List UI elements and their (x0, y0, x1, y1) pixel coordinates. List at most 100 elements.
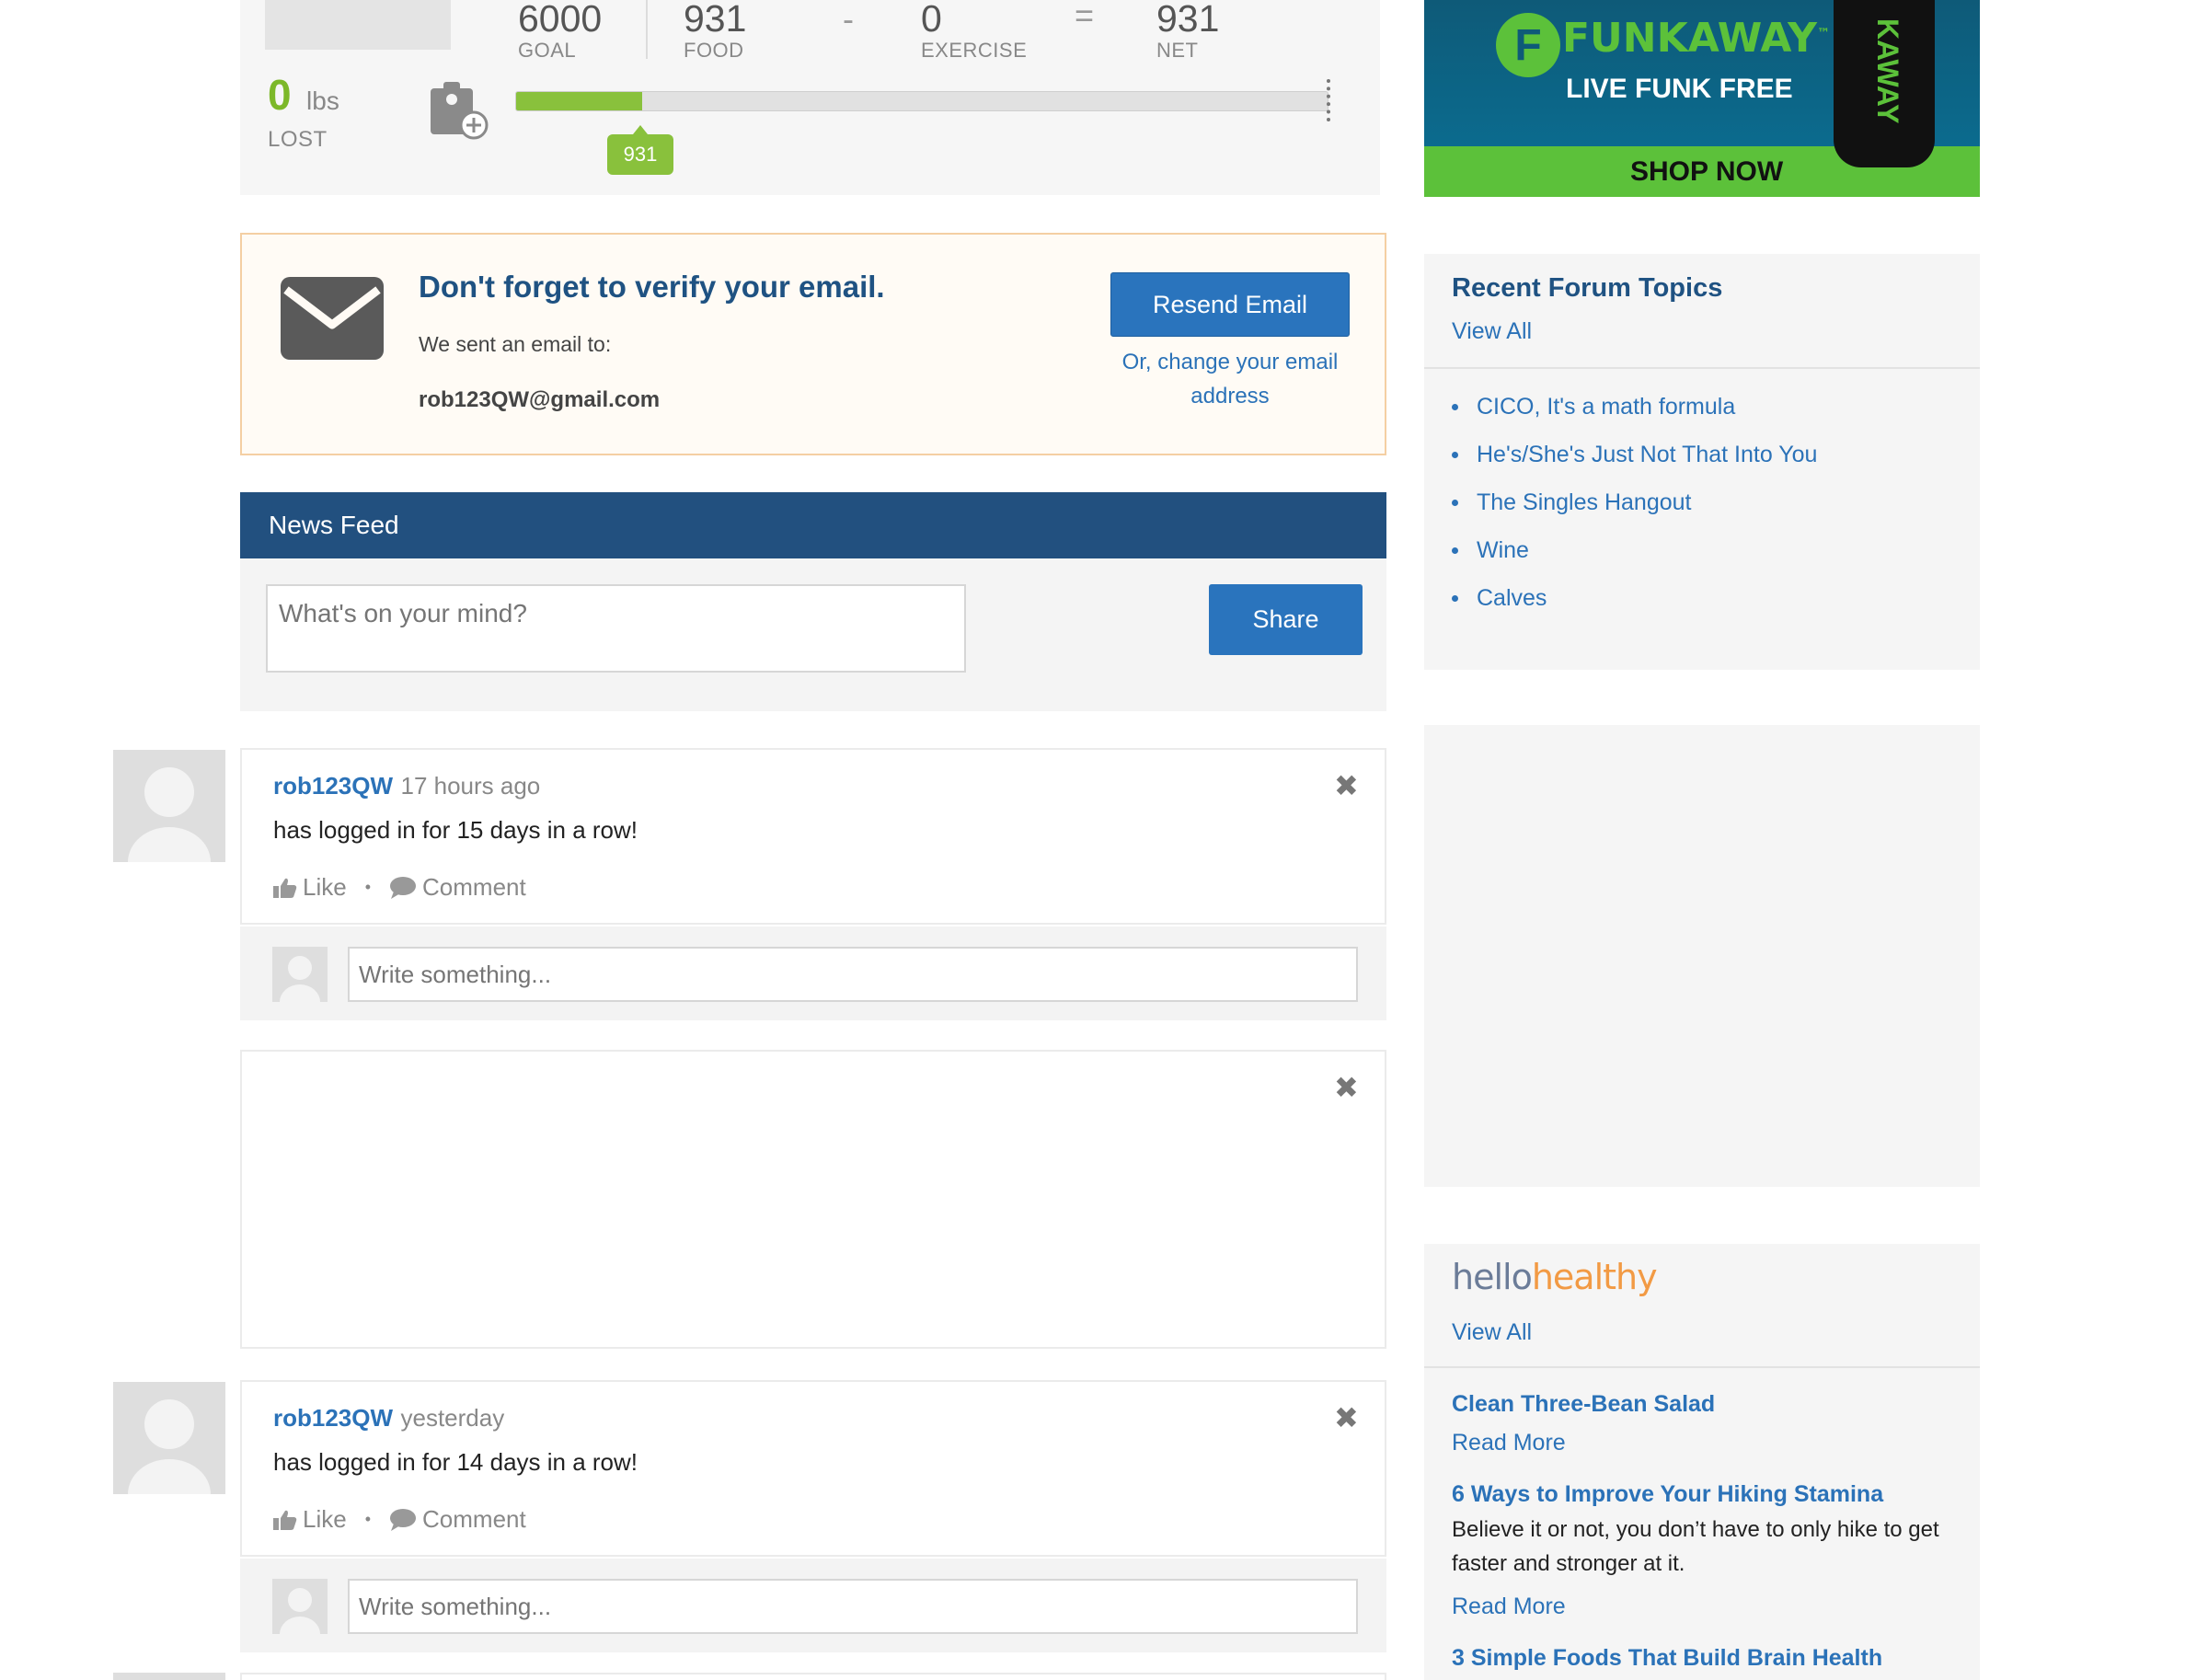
empty-feed-card: ✖ (240, 1050, 1386, 1349)
goal-label: GOAL (518, 39, 577, 62)
bullet (1452, 500, 1458, 506)
forum-topic-link[interactable]: Calves (1477, 585, 1547, 612)
avatar[interactable] (113, 750, 225, 862)
username-link[interactable]: rob123QW (273, 1404, 393, 1432)
read-more-link[interactable]: Read More (1452, 1430, 1566, 1456)
forum-view-all-link[interactable]: View All (1452, 318, 1532, 345)
comment-label: Comment (422, 873, 526, 901)
comment-row (240, 1559, 1386, 1652)
comment-button[interactable]: Comment (389, 1505, 526, 1534)
avatar[interactable] (113, 1382, 225, 1494)
product-can-image: KAWAY (1834, 0, 1935, 167)
username-link[interactable]: rob123QW (273, 772, 393, 800)
close-icon[interactable]: ✖ (1334, 1070, 1359, 1105)
goal-marker (1327, 79, 1330, 121)
resend-email-button[interactable]: Resend Email (1110, 272, 1350, 337)
article-summary: Believe it or not, you don’t have to onl… (1452, 1517, 1939, 1576)
article-title-link[interactable]: Clean Three-Bean Salad (1452, 1391, 1715, 1418)
profile-photo-placeholder[interactable] (265, 0, 451, 50)
article-title-link[interactable]: 6 Ways to Improve Your Hiking Stamina (1452, 1481, 1883, 1508)
sent-label: We sent an email to: (419, 332, 612, 356)
product-can-label: KAWAY (1871, 18, 1904, 124)
food-value: 931 (684, 0, 747, 40)
verify-email-notice: Don't forget to verify your email. We se… (240, 233, 1386, 455)
weight-lost: 0 lbs (268, 70, 339, 120)
entry-actions: Like • Comment (273, 873, 526, 902)
thumbs-up-icon (273, 878, 297, 898)
calorie-summary-card: 6000 GOAL 931 FOOD - 0 EXERCISE = 931 NE… (240, 0, 1380, 195)
net-label: NET (1156, 39, 1199, 62)
add-weight-icon[interactable] (428, 79, 489, 140)
read-more-link[interactable]: Read More (1452, 1594, 1566, 1620)
forum-topic-link[interactable]: The Singles Hangout (1477, 489, 1691, 516)
avatar (113, 1673, 225, 1680)
entry-text: has logged in for 15 days in a row! (273, 816, 638, 844)
comment-input[interactable] (348, 947, 1358, 1002)
like-label: Like (303, 873, 347, 901)
forum-topic-item[interactable]: He's/She's Just Not That Into You (1452, 442, 1817, 468)
feed-entry: rob123QW 17 hours ago has logged in for … (240, 748, 1386, 925)
hellohealthy-panel: hellohealthy View All Clean Three-Bean S… (1424, 1244, 1980, 1680)
forum-title: Recent Forum Topics (1452, 273, 1723, 303)
hellohealthy-logo[interactable]: hellohealthy (1452, 1257, 1658, 1297)
thumbs-up-icon (273, 1510, 297, 1530)
net-value: 931 (1156, 0, 1220, 40)
food-label: FOOD (684, 39, 744, 62)
divider (646, 0, 648, 59)
close-icon[interactable]: ✖ (1334, 1400, 1359, 1435)
speech-bubble-icon (390, 1508, 417, 1531)
forum-topic-item[interactable]: The Singles Hangout (1452, 489, 1691, 516)
entry-text: has logged in for 14 days in a row! (273, 1448, 638, 1476)
ad-brand-text: FUNKAWAY (1562, 15, 1818, 62)
comment-input[interactable] (348, 1579, 1358, 1634)
recent-forum-topics: Recent Forum Topics View All CICO, It's … (1424, 254, 1980, 670)
ad-shop-now[interactable]: SHOP NOW (1630, 156, 1783, 188)
calorie-progress-fill (516, 92, 642, 110)
goal-value: 6000 (518, 0, 603, 40)
avatar (272, 1579, 328, 1634)
envelope-icon (281, 277, 384, 364)
divider (1424, 1366, 1980, 1368)
timestamp: yesterday (400, 1404, 505, 1432)
status-composer: Share (240, 558, 1386, 711)
separator-dot: • (364, 878, 372, 896)
forum-topic-item[interactable]: Calves (1452, 585, 1547, 612)
change-email-link[interactable]: Or, change your email address (1110, 345, 1350, 413)
lost-value: 0 (268, 71, 292, 119)
funkaway-logo-icon: F (1496, 13, 1560, 77)
forum-topic-item[interactable]: CICO, It's a math formula (1452, 394, 1735, 420)
hellohealthy-view-all-link[interactable]: View All (1452, 1319, 1532, 1346)
user-email: rob123QW@gmail.com (419, 387, 661, 412)
separator-dot: • (364, 1510, 372, 1528)
ad-trademark: ™ (1817, 26, 1831, 41)
speech-bubble-icon (390, 876, 417, 899)
funkaway-ad-banner[interactable]: F FUNKAWAY™ LIVE FUNK FREE SHOP NOW KAWA… (1424, 0, 1980, 197)
minus-sign: - (843, 0, 854, 38)
status-input[interactable] (266, 584, 966, 673)
logo-part-healthy: healthy (1531, 1257, 1658, 1297)
entry-actions: Like • Comment (273, 1505, 526, 1534)
calorie-progress-bar (515, 91, 1328, 111)
close-icon[interactable]: ✖ (1334, 768, 1359, 803)
share-button[interactable]: Share (1209, 584, 1363, 655)
divider (1424, 367, 1980, 369)
article-title-link[interactable]: 3 Simple Foods That Build Brain Health (1452, 1645, 1882, 1672)
news-feed-header: News Feed (240, 492, 1386, 558)
exercise-value: 0 (921, 0, 942, 40)
lost-unit: lbs (306, 86, 339, 115)
forum-topic-link[interactable]: Wine (1477, 537, 1529, 564)
entry-header: rob123QW yesterday (273, 1404, 504, 1433)
feed-entry: rob123QW yesterday has logged in for 14 … (240, 1380, 1386, 1557)
bullet (1452, 547, 1458, 554)
comment-label: Comment (422, 1505, 526, 1533)
forum-topic-link[interactable]: He's/She's Just Not That Into You (1477, 442, 1817, 468)
like-button[interactable]: Like (273, 873, 347, 902)
ad-brand: FUNKAWAY™ (1562, 15, 1830, 62)
comment-button[interactable]: Comment (389, 873, 526, 902)
progress-tooltip: 931 (607, 125, 673, 175)
forum-topic-item[interactable]: Wine (1452, 537, 1529, 564)
lost-label: LOST (268, 127, 328, 152)
forum-topic-link[interactable]: CICO, It's a math formula (1477, 394, 1735, 420)
like-button[interactable]: Like (273, 1505, 347, 1534)
timestamp: 17 hours ago (400, 772, 541, 800)
